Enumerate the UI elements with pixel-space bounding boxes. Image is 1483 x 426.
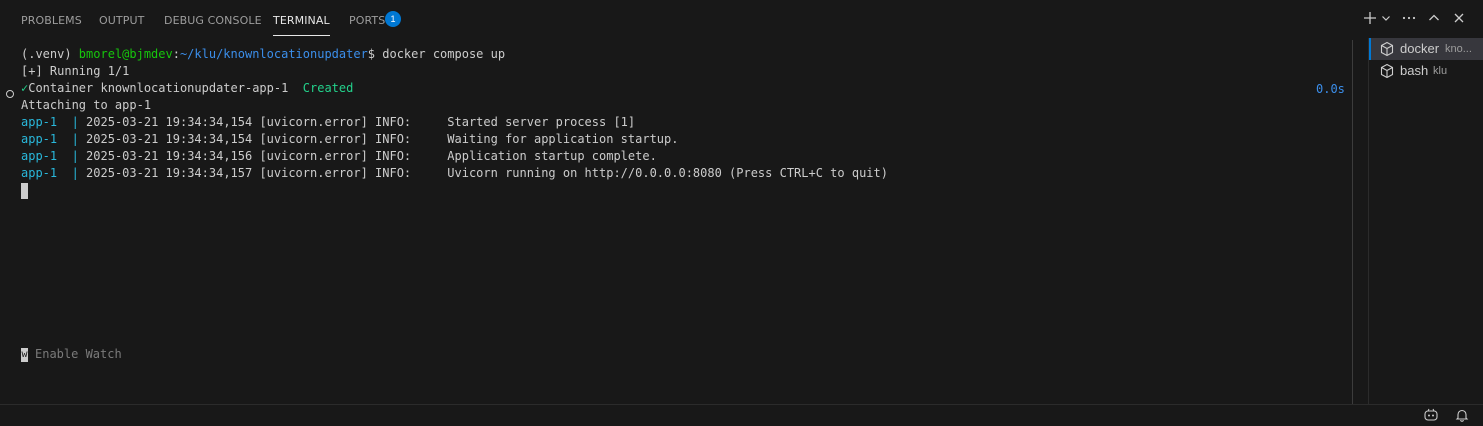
- terminal-box-icon: [1380, 63, 1394, 82]
- terminal-tabs-list: docker kno... bash klu: [1368, 38, 1483, 404]
- prompt-venv: (.venv): [21, 47, 79, 61]
- terminal-box-icon: [1380, 41, 1394, 60]
- prompt-colon: :: [172, 47, 180, 61]
- log-prefix: app-1: [21, 149, 58, 163]
- container-time: 0.0s: [1316, 82, 1345, 96]
- terminal-cursor: [21, 183, 28, 199]
- terminal-item-desc: klu: [1433, 65, 1448, 77]
- prompt-line: (.venv) bmorel@bjmdev:~/klu/knownlocatio…: [21, 46, 505, 63]
- prompt-path: ~/klu/knownlocationupdater: [179, 47, 368, 61]
- new-terminal-icon[interactable]: [1362, 10, 1382, 30]
- tab-debug-console[interactable]: DEBUG CONSOLE: [164, 14, 262, 27]
- prompt-command: docker compose up: [382, 47, 506, 61]
- log-prefix: app-1: [21, 115, 58, 129]
- log-text: 2025-03-21 19:34:34,156 [uvicorn.error] …: [86, 149, 657, 163]
- ports-count-badge: 1: [385, 11, 401, 27]
- watch-hint: Enable Watch: [35, 347, 122, 361]
- status-bar: [0, 404, 1483, 422]
- tab-terminal[interactable]: TERMINAL: [273, 14, 330, 36]
- log-line: app-1 | 2025-03-21 19:34:34,156 [uvicorn…: [21, 148, 657, 165]
- maximize-panel-icon[interactable]: [1426, 10, 1446, 30]
- terminal-item-name: bash: [1400, 63, 1429, 78]
- log-text: 2025-03-21 19:34:34,157 [uvicorn.error] …: [86, 166, 888, 180]
- log-line: app-1 | 2025-03-21 19:34:34,154 [uvicorn…: [21, 131, 678, 148]
- panel-tab-bar: PROBLEMS OUTPUT DEBUG CONSOLE TERMINAL P…: [0, 0, 1483, 40]
- log-text: 2025-03-21 19:34:34,154 [uvicorn.error] …: [86, 115, 636, 129]
- tab-problems[interactable]: PROBLEMS: [21, 14, 82, 27]
- copilot-icon[interactable]: [1423, 407, 1439, 426]
- terminal-scrollbar[interactable]: [1352, 40, 1353, 404]
- prompt-user-host: bmorel@bjmdev: [78, 47, 173, 61]
- prompt-dollar: $: [367, 47, 383, 61]
- notifications-bell-icon[interactable]: [1455, 407, 1469, 426]
- attaching-line: Attaching to app-1: [21, 98, 152, 112]
- tab-ports[interactable]: PORTS: [349, 14, 385, 27]
- terminal-output[interactable]: (.venv) bmorel@bjmdev:~/klu/knownlocatio…: [0, 40, 1352, 404]
- container-status: Created: [302, 81, 354, 95]
- container-line: ✓Container knownlocationupdater-app-1 Cr…: [21, 80, 353, 97]
- log-separator: |: [71, 149, 79, 163]
- terminal-item-name: docker: [1400, 41, 1440, 56]
- log-separator: |: [71, 166, 79, 180]
- log-prefix: app-1: [21, 132, 58, 146]
- running-line: [+] Running 1/1: [21, 64, 130, 78]
- close-icon[interactable]: [1451, 10, 1471, 30]
- container-text: Container knownlocationupdater-app-1: [28, 81, 289, 95]
- watch-shortcut-key: w: [21, 348, 28, 362]
- log-separator: |: [71, 132, 79, 146]
- tab-output[interactable]: OUTPUT: [99, 14, 144, 27]
- log-line: app-1 | 2025-03-21 19:34:34,157 [uvicorn…: [21, 165, 888, 182]
- chevron-down-icon[interactable]: [1380, 10, 1400, 30]
- terminal-item-bash[interactable]: bash klu: [1371, 60, 1483, 82]
- log-text: 2025-03-21 19:34:34,154 [uvicorn.error] …: [86, 132, 679, 146]
- command-decoration-icon[interactable]: [6, 90, 14, 98]
- log-line: app-1 | 2025-03-21 19:34:34,154 [uvicorn…: [21, 114, 635, 131]
- terminal-item-docker[interactable]: docker kno...: [1369, 38, 1483, 60]
- log-separator: |: [71, 115, 79, 129]
- terminal-item-desc: kno...: [1445, 43, 1472, 55]
- log-prefix: app-1: [21, 166, 58, 180]
- more-icon[interactable]: [1401, 10, 1421, 30]
